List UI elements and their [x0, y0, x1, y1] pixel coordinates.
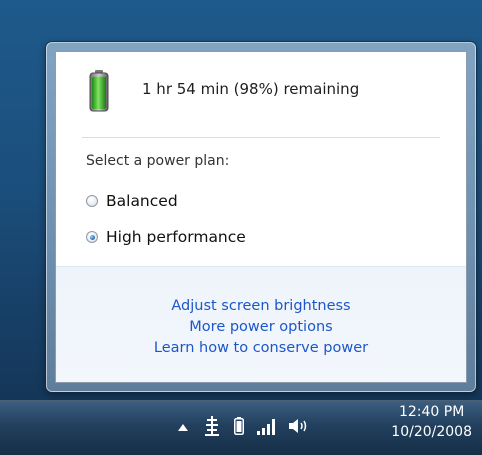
- more-power-options-link[interactable]: More power options: [56, 317, 466, 338]
- high-performance-radio[interactable]: [86, 231, 98, 243]
- battery-remaining-text: 1 hr 54 min (98%) remaining: [142, 80, 360, 98]
- power-plan-heading: Select a power plan:: [86, 153, 230, 169]
- balanced-radio[interactable]: [86, 195, 98, 207]
- show-hidden-icons-arrow-icon[interactable]: [176, 419, 190, 435]
- balanced-label[interactable]: Balanced: [106, 192, 178, 210]
- battery-charge-fill: [92, 76, 106, 109]
- adjust-brightness-link[interactable]: Adjust screen brightness: [56, 296, 466, 317]
- power-links: Adjust screen brightness More power opti…: [56, 296, 466, 359]
- high-performance-label[interactable]: High performance: [106, 228, 246, 246]
- signal-strength-icon[interactable]: [256, 417, 278, 437]
- battery-icon: [89, 70, 109, 112]
- battery-status-panel: 1 hr 54 min (98%) remaining Select a pow…: [56, 52, 466, 266]
- clock-date: 10/20/2008: [391, 424, 472, 440]
- power-flyout-frame: 1 hr 54 min (98%) remaining Select a pow…: [46, 42, 476, 392]
- separator: [82, 137, 440, 138]
- battery-tray-icon[interactable]: [232, 415, 246, 437]
- volume-icon[interactable]: [288, 416, 310, 436]
- taskbar-clock[interactable]: 12:40 PM 10/20/2008: [391, 402, 472, 442]
- power-plan-option-high-performance[interactable]: High performance: [86, 228, 246, 246]
- conserve-power-link[interactable]: Learn how to conserve power: [56, 338, 466, 359]
- power-flyout: 1 hr 54 min (98%) remaining Select a pow…: [55, 51, 467, 383]
- network-icon[interactable]: [204, 414, 220, 438]
- power-plan-option-balanced[interactable]: Balanced: [86, 192, 178, 210]
- clock-time: 12:40 PM: [398, 404, 465, 420]
